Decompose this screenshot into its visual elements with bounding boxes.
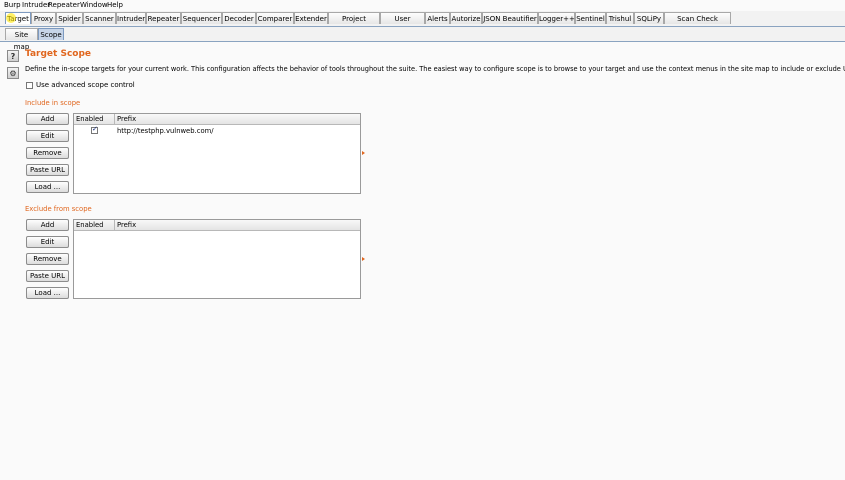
tab-decoder[interactable]: Decoder	[222, 12, 256, 24]
exclude-remove-button[interactable]: Remove	[26, 253, 69, 265]
row-prefix[interactable]: http://testphp.vulnweb.com/	[117, 127, 214, 135]
tab-trishul[interactable]: Trishul	[606, 12, 634, 24]
tab-alerts[interactable]: Alerts	[425, 12, 450, 24]
help-icon[interactable]: ?	[7, 50, 19, 62]
tab-spider[interactable]: Spider	[56, 12, 83, 24]
tab-scope[interactable]: Scope	[38, 28, 64, 40]
tab-scanner[interactable]: Scanner	[83, 12, 116, 24]
include-arrow-icon	[362, 151, 365, 155]
exclude-paste-url-button[interactable]: Paste URL	[26, 270, 69, 282]
exclude-load-button[interactable]: Load ...	[26, 287, 69, 299]
table-header: Enabled Prefix	[74, 114, 360, 125]
exclude-edit-button[interactable]: Edit	[26, 236, 69, 248]
page-description: Define the in-scope targets for your cur…	[25, 65, 845, 73]
tab-scan-check-builder[interactable]: Scan Check Builder	[664, 12, 731, 35]
include-scope-table[interactable]: Enabled Prefix http://testphp.vulnweb.co…	[73, 113, 361, 194]
tab-user-options[interactable]: User options	[380, 12, 425, 35]
menu-bar: Burp Intruder Repeater Window Help	[0, 0, 845, 11]
menu-window[interactable]: Window	[80, 1, 108, 9]
exclude-add-button[interactable]: Add	[26, 219, 69, 231]
tab-autorize[interactable]: Autorize	[450, 12, 482, 24]
tab-proxy[interactable]: Proxy	[31, 12, 56, 24]
tab-intruder[interactable]: Intruder	[116, 12, 146, 24]
tab-extender[interactable]: Extender	[294, 12, 328, 24]
menu-burp[interactable]: Burp	[4, 1, 21, 9]
advanced-scope-checkbox[interactable]	[26, 82, 33, 89]
mouse-cursor-highlight	[6, 13, 16, 23]
exclude-scope-label: Exclude from scope	[25, 205, 92, 213]
tab-repeater[interactable]: Repeater	[146, 12, 181, 24]
page-title: Target Scope	[25, 49, 92, 59]
column-prefix[interactable]: Prefix	[115, 220, 360, 230]
sub-tab-bar: Site map Scope	[0, 27, 845, 51]
menu-help[interactable]: Help	[107, 1, 123, 9]
advanced-scope-label: Use advanced scope control	[36, 81, 135, 89]
exclude-scope-table[interactable]: Enabled Prefix	[73, 219, 361, 299]
tab-sequencer[interactable]: Sequencer	[181, 12, 222, 24]
main-tab-bar: Target Proxy Spider Scanner Intruder Rep…	[0, 11, 845, 35]
include-edit-button[interactable]: Edit	[26, 130, 69, 142]
column-prefix[interactable]: Prefix	[115, 114, 360, 124]
include-add-button[interactable]: Add	[26, 113, 69, 125]
column-enabled[interactable]: Enabled	[74, 220, 115, 230]
menu-repeater[interactable]: Repeater	[48, 1, 80, 9]
tab-sentinel[interactable]: Sentinel	[575, 12, 606, 24]
include-remove-button[interactable]: Remove	[26, 147, 69, 159]
tab-sqlipy[interactable]: SQLiPy	[634, 12, 664, 24]
tab-comparer[interactable]: Comparer	[256, 12, 294, 24]
table-header: Enabled Prefix	[74, 220, 360, 231]
menu-intruder[interactable]: Intruder	[22, 1, 50, 9]
tab-logger[interactable]: Logger++	[538, 12, 575, 24]
gear-icon[interactable]: ⚙	[7, 67, 19, 79]
tab-json-beautifier[interactable]: JSON Beautifier	[482, 12, 538, 24]
tab-site-map[interactable]: Site map	[5, 28, 38, 51]
include-load-button[interactable]: Load ...	[26, 181, 69, 193]
row-enabled-checkbox[interactable]	[91, 125, 98, 134]
exclude-arrow-icon	[362, 257, 365, 261]
include-paste-url-button[interactable]: Paste URL	[26, 164, 69, 176]
include-scope-label: Include in scope	[25, 99, 81, 107]
column-enabled[interactable]: Enabled	[74, 114, 115, 124]
tab-project-options[interactable]: Project options	[328, 12, 380, 35]
